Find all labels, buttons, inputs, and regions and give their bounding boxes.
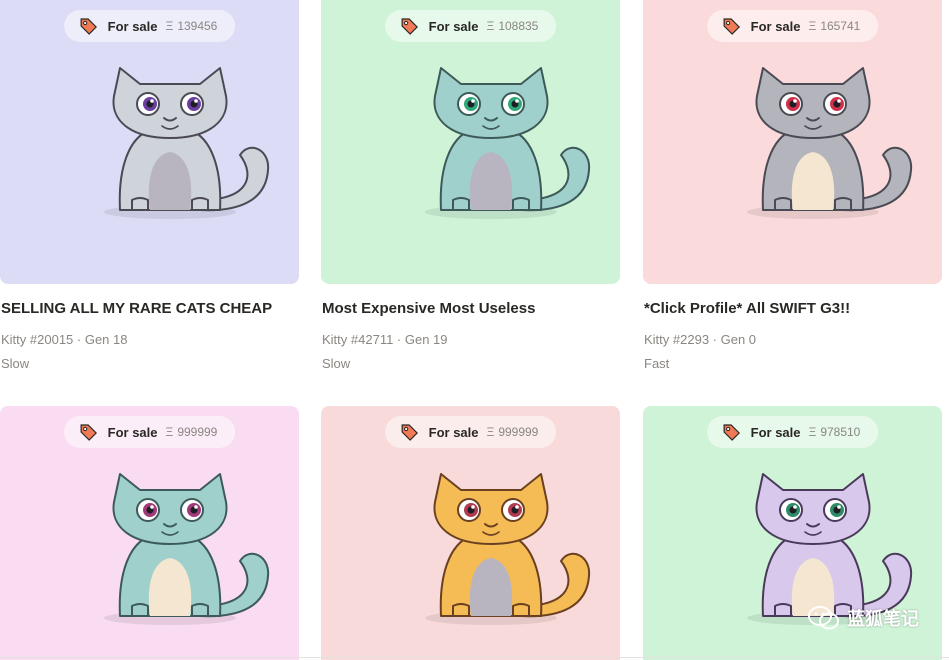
sale-price: 165741 [820, 19, 861, 33]
sale-price: 139456 [177, 19, 218, 33]
for-sale-badge: For sale Ξ 999999 [384, 416, 557, 448]
kitty-card-image[interactable]: For sale Ξ 108835 [321, 0, 620, 284]
kitty-card-image[interactable]: For sale Ξ 999999 [321, 406, 620, 660]
for-sale-badge: For sale Ξ 165741 [706, 10, 879, 42]
kitty-card-image[interactable]: For sale Ξ 999999 [0, 406, 299, 660]
for-sale-badge: For sale Ξ 978510 [706, 416, 879, 448]
sale-price: 999999 [177, 425, 218, 439]
ether-symbol: Ξ [165, 425, 174, 439]
for-sale-label: For sale [428, 18, 479, 34]
for-sale-label: For sale [107, 18, 158, 34]
kitty-card-image[interactable]: For sale Ξ 165741 [643, 0, 942, 284]
kitty-name[interactable]: *Click Profile* All SWIFT G3!! [644, 300, 850, 317]
for-sale-badge: For sale Ξ 139456 [63, 10, 236, 42]
price-tag-icon [723, 18, 740, 35]
kitty-name[interactable]: Most Expensive Most Useless [322, 300, 535, 317]
ether-symbol: Ξ [486, 425, 495, 439]
price-tag-icon [401, 18, 418, 35]
for-sale-label: For sale [750, 18, 801, 34]
kitty-speed: Slow [1, 356, 30, 371]
kitty-id-generation: Kitty #2293 · Gen 0 [644, 332, 757, 347]
cat-illustration [104, 67, 270, 219]
for-sale-badge: For sale Ξ 999999 [63, 416, 236, 448]
sale-price: 108835 [498, 19, 539, 33]
cat-illustration [104, 473, 270, 625]
kitty-id-generation: Kitty #20015 · Gen 18 [1, 332, 128, 347]
kitty-name[interactable]: SELLING ALL MY RARE CATS CHEAP [1, 300, 272, 317]
for-sale-badge: For sale Ξ 108835 [384, 10, 557, 42]
watermark-text: 蓝狐笔记 [847, 609, 919, 629]
wechat-icon [808, 606, 839, 630]
price-tag-icon [80, 18, 97, 35]
kitty-card[interactable]: For sale Ξ 999999 [0, 406, 299, 660]
kitty-card[interactable]: For sale Ξ 108835 Most Expensive Most Us… [321, 0, 620, 371]
kitty-card-image[interactable]: For sale Ξ 139456 [0, 0, 299, 284]
cat-illustration [425, 473, 591, 625]
sale-price: 999999 [498, 425, 539, 439]
price-tag-icon [80, 424, 97, 441]
kitty-card[interactable]: For sale Ξ 139456 SELLING ALL MY RARE CA… [0, 0, 299, 371]
divider [0, 657, 949, 658]
for-sale-label: For sale [428, 424, 479, 440]
kitty-card[interactable]: For sale Ξ 999999 [321, 406, 620, 660]
price-tag-icon [401, 424, 418, 441]
kitty-card[interactable]: For sale Ξ 165741 *Click Profile* All SW… [643, 0, 942, 371]
sale-price: 978510 [820, 425, 861, 439]
ether-symbol: Ξ [165, 19, 174, 33]
kitty-speed: Slow [322, 356, 351, 371]
kitty-speed: Fast [644, 356, 670, 371]
cat-illustration [747, 67, 913, 219]
for-sale-label: For sale [107, 424, 158, 440]
price-tag-icon [723, 424, 740, 441]
ether-symbol: Ξ [808, 425, 817, 439]
ether-symbol: Ξ [808, 19, 817, 33]
cat-illustration [425, 67, 591, 219]
watermark: 蓝狐笔记 [807, 604, 919, 632]
kitty-id-generation: Kitty #42711 · Gen 19 [322, 332, 448, 347]
ether-symbol: Ξ [486, 19, 495, 33]
for-sale-label: For sale [750, 424, 801, 440]
